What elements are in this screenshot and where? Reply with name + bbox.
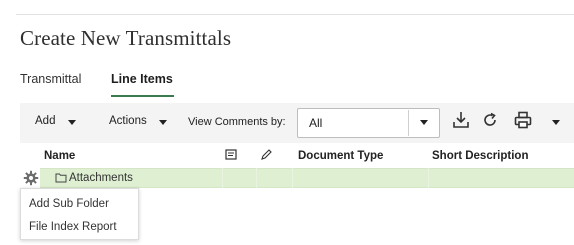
view-comments-label: View Comments by: <box>188 116 286 128</box>
menu-item-file-index-report[interactable]: File Index Report <box>29 221 117 233</box>
column-header-name[interactable]: Name <box>44 150 75 162</box>
select-chevron-down-icon[interactable] <box>420 120 428 125</box>
refresh-icon[interactable] <box>481 111 499 129</box>
column-separator <box>428 168 429 188</box>
context-menu: Add Sub Folder File Index Report <box>20 188 139 240</box>
column-separator <box>222 168 223 188</box>
download-icon[interactable] <box>452 110 470 130</box>
print-icon[interactable] <box>513 110 533 130</box>
select-divider <box>408 110 409 136</box>
comments-icon <box>225 149 237 160</box>
add-menu-button[interactable]: Add <box>35 115 55 127</box>
tab-transmittal[interactable]: Transmittal <box>20 72 81 86</box>
edit-icon <box>261 149 272 160</box>
column-separator <box>292 168 293 188</box>
add-chevron-down-icon[interactable] <box>68 120 76 125</box>
folder-icon <box>55 173 67 183</box>
row-name[interactable]: Attachments <box>69 172 133 184</box>
tab-line-items[interactable]: Line Items <box>111 72 173 86</box>
column-separator <box>256 168 257 188</box>
view-comments-select-value: All <box>309 116 323 130</box>
column-header-document-type[interactable]: Document Type <box>298 150 383 162</box>
actions-label: Actions <box>109 115 147 127</box>
top-divider <box>16 14 574 15</box>
column-header-short-description[interactable]: Short Description <box>432 150 528 162</box>
print-chevron-down-icon[interactable] <box>552 120 560 125</box>
actions-menu-button[interactable]: Actions <box>109 115 147 127</box>
add-label: Add <box>35 115 56 127</box>
gear-icon[interactable] <box>23 170 39 186</box>
active-tab-indicator <box>111 95 174 97</box>
menu-item-add-sub-folder[interactable]: Add Sub Folder <box>29 198 109 210</box>
actions-chevron-down-icon[interactable] <box>159 120 167 125</box>
page-title: Create New Transmittals <box>20 26 232 50</box>
